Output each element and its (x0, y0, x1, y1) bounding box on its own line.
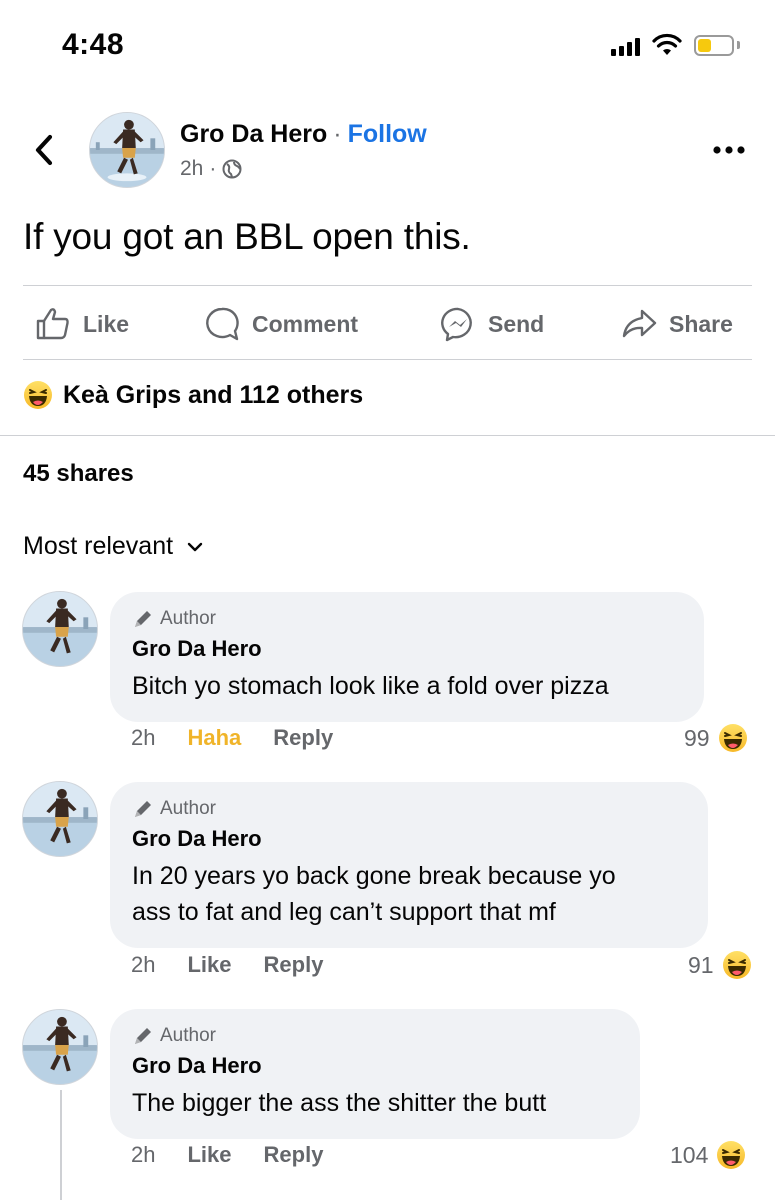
post-text: If you got an BBL open this. (23, 216, 471, 257)
post-meta: 2h · (180, 157, 242, 181)
reply-thread-line (60, 1090, 62, 1200)
comment-reaction-button[interactable]: Haha (187, 725, 241, 751)
post-header-title: Gro Da Hero · Follow (180, 120, 427, 149)
comment-label: Comment (252, 310, 359, 337)
comment-text-line: ass to fat and leg can’t support that mf (132, 898, 556, 926)
messenger-icon (441, 307, 472, 342)
divider (23, 285, 752, 286)
comment-reaction-count[interactable]: 104 (670, 1140, 746, 1170)
section-divider (0, 435, 775, 436)
meta-separator: · (209, 157, 217, 180)
comment-meta: 2h Like Reply (131, 952, 323, 978)
comment-author[interactable]: Gro Da Hero (132, 826, 686, 852)
reactions-summary[interactable]: Keà Grips and 112 others (23, 380, 363, 410)
pen-icon (135, 611, 151, 627)
pen-icon (135, 1028, 151, 1044)
reaction-count-value: 99 (684, 724, 710, 751)
sort-label: Most relevant (23, 532, 174, 560)
share-icon (622, 309, 657, 338)
comment-reaction-count[interactable]: 91 (688, 950, 752, 980)
cellular-signal-icon (611, 38, 640, 56)
share-label: Share (669, 310, 733, 337)
comment-time: 2h (131, 1142, 156, 1167)
author-badge-label: Author (160, 1025, 216, 1046)
comment-avatar[interactable] (22, 781, 98, 857)
reaction-count-value: 104 (670, 1141, 709, 1168)
comment-time: 2h (131, 952, 156, 977)
haha-emoji-icon (23, 380, 53, 410)
comment-author[interactable]: Gro Da Hero (132, 636, 682, 662)
globe-icon (222, 159, 242, 179)
comment-like-button[interactable]: Like (187, 952, 231, 978)
comment-avatar[interactable] (22, 591, 98, 667)
comment-reply-button[interactable]: Reply (264, 1142, 324, 1168)
comment-meta: 2h Haha Reply (131, 725, 333, 751)
author-badge: Author (132, 1025, 618, 1047)
status-time: 4:48 (62, 28, 125, 61)
post-author-name[interactable]: Gro Da Hero (180, 120, 327, 149)
follow-button[interactable]: Follow (348, 120, 427, 149)
comment-text: Bitch yo stomach look like a fold over p… (132, 672, 609, 700)
comment-reaction-count[interactable]: 99 (684, 723, 748, 753)
send-button[interactable]: Send (440, 290, 544, 358)
haha-emoji-icon (716, 1140, 746, 1170)
author-badge-label: Author (160, 798, 216, 819)
share-button[interactable]: Share (621, 290, 733, 358)
author-badge-label: Author (160, 608, 216, 629)
post-actions: Like Comment Send Share (0, 290, 775, 358)
comment-text: The bigger the ass the shitter the butt (132, 1089, 547, 1117)
author-avatar[interactable] (89, 112, 165, 188)
comment-meta: 2h Like Reply (131, 1142, 323, 1168)
like-button[interactable]: Like (35, 290, 129, 358)
status-bar: 4:48 (0, 0, 775, 90)
send-label: Send (488, 310, 545, 337)
battery-cap (737, 41, 740, 49)
pen-icon (135, 801, 151, 817)
shares-count[interactable]: 45 shares (23, 460, 134, 488)
comment-avatar[interactable] (22, 1009, 98, 1085)
divider (23, 359, 752, 360)
wifi-icon (652, 33, 682, 55)
back-chevron-icon[interactable] (30, 133, 58, 167)
reactions-summary-text: Keà Grips and 112 others (63, 380, 364, 409)
comment-bubble[interactable]: Author Gro Da Hero In 20 years yo back g… (110, 782, 708, 948)
post-time: 2h (180, 157, 204, 180)
battery-icon (694, 35, 734, 56)
comment-like-button[interactable]: Like (187, 1142, 231, 1168)
comment-reply-button[interactable]: Reply (264, 952, 324, 978)
haha-emoji-icon (722, 950, 752, 980)
author-badge: Author (132, 798, 686, 820)
comment-bubble[interactable]: Author Gro Da Hero The bigger the ass th… (110, 1009, 640, 1139)
more-options-icon[interactable] (712, 143, 746, 157)
chevron-down-icon (187, 542, 203, 551)
thumbs-up-icon (36, 308, 69, 340)
comment-bubble[interactable]: Author Gro Da Hero Bitch yo stomach look… (110, 592, 704, 722)
reaction-count-value: 91 (688, 951, 714, 978)
like-label: Like (83, 310, 130, 337)
comment-time: 2h (131, 725, 156, 750)
comment-reply-button[interactable]: Reply (273, 725, 333, 751)
comment-icon (206, 307, 239, 341)
separator-dot: · (333, 120, 342, 148)
author-badge: Author (132, 608, 682, 630)
comment-text-line: In 20 years yo back gone break because y… (132, 862, 616, 890)
comment-author[interactable]: Gro Da Hero (132, 1053, 618, 1079)
comment-button[interactable]: Comment (204, 290, 358, 358)
haha-emoji-icon (718, 723, 748, 753)
sort-dropdown[interactable]: Most relevant (23, 532, 203, 561)
